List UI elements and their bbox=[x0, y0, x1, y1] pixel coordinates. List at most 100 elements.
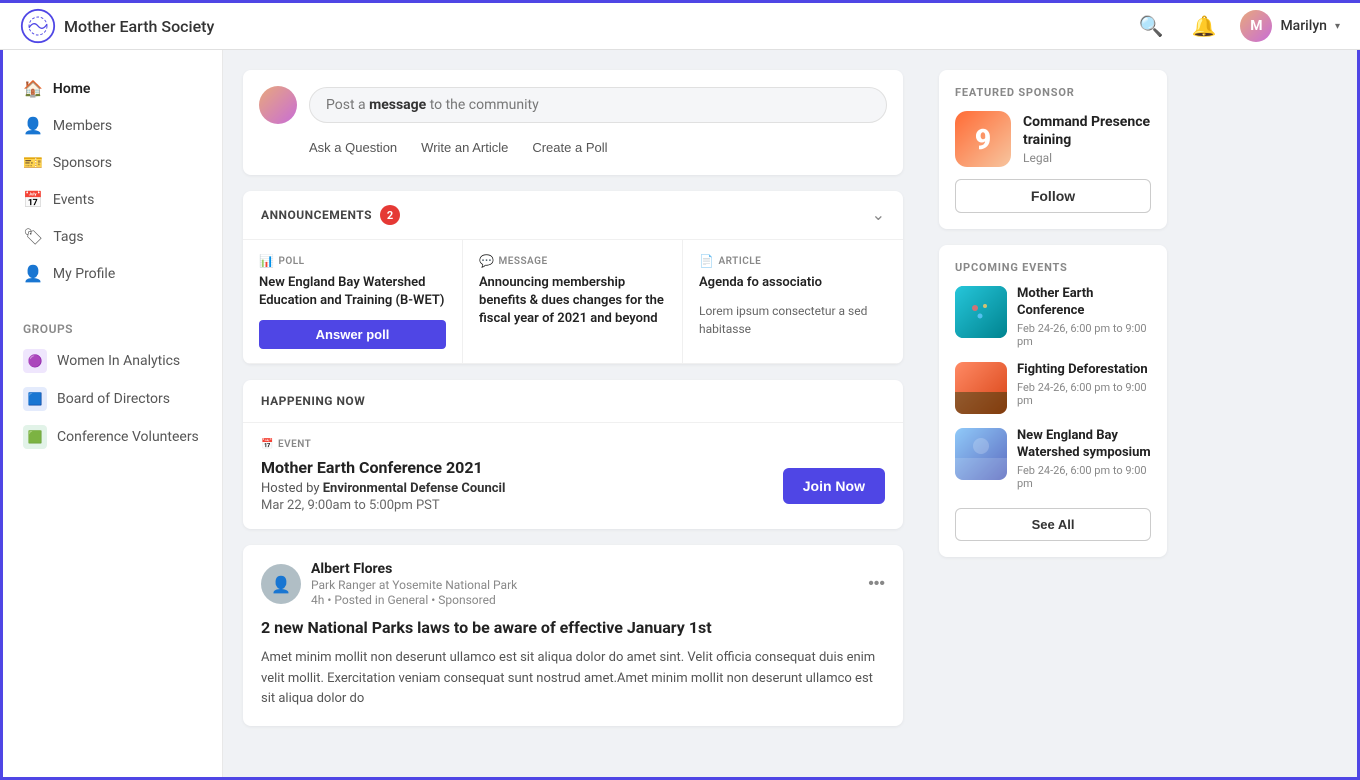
sponsor-tag: Legal bbox=[1023, 151, 1151, 165]
home-icon: 🏠 bbox=[23, 79, 43, 98]
follow-button[interactable]: Follow bbox=[955, 179, 1151, 213]
upcoming-event-img-2 bbox=[955, 428, 1007, 480]
announcement-item-1: 💬 MESSAGE Announcing membership benefits… bbox=[463, 240, 683, 364]
logo-icon bbox=[20, 8, 56, 44]
post-input-row: Post a message to the community bbox=[259, 86, 887, 124]
event-time: Mar 22, 9:00am to 5:00pm PST bbox=[261, 498, 505, 513]
event-host-name: Environmental Defense Council bbox=[323, 481, 506, 496]
featured-sponsor-card: FEATURED SPONSOR 9 Command Presence trai… bbox=[939, 70, 1167, 229]
sidebar-group-conf-volunteers[interactable]: 🟩 Conference Volunteers bbox=[3, 418, 222, 456]
see-all-button[interactable]: See All bbox=[955, 508, 1151, 541]
post-card: 👤 Albert Flores Park Ranger at Yosemite … bbox=[243, 545, 903, 726]
tags-icon: 🏷 bbox=[23, 227, 43, 246]
search-button[interactable]: 🔍 bbox=[1135, 10, 1168, 43]
write-article-button[interactable]: Write an Article bbox=[421, 136, 508, 159]
upcoming-event-info-2: New England Bay Watershed symposium Feb … bbox=[1017, 428, 1151, 490]
upcoming-events-card: UPCOMING EVENTS Mother Earth Conference … bbox=[939, 245, 1167, 557]
join-now-button[interactable]: Join Now bbox=[783, 468, 885, 504]
event-type-icon: 📅 bbox=[261, 439, 274, 450]
featured-sponsor-title: FEATURED SPONSOR bbox=[955, 86, 1151, 99]
upcoming-event-name-2: New England Bay Watershed symposium bbox=[1017, 428, 1151, 462]
sidebar-item-home[interactable]: 🏠 Home bbox=[3, 70, 222, 107]
ann-title-0: New England Bay Watershed Education and … bbox=[259, 274, 446, 310]
announcements-header: ANNOUNCEMENTS 2 ⌄ bbox=[243, 191, 903, 240]
groups-section-title: Groups bbox=[3, 312, 222, 342]
sponsors-icon: 🎫 bbox=[23, 153, 43, 172]
upcoming-event-info-1: Fighting Deforestation Feb 24-26, 6:00 p… bbox=[1017, 362, 1151, 414]
event-main-row: Mother Earth Conference 2021 Hosted by E… bbox=[261, 458, 885, 513]
post-author-details: Albert Flores Park Ranger at Yosemite Na… bbox=[311, 561, 517, 607]
sidebar-item-members[interactable]: 👤 Members bbox=[3, 107, 222, 144]
upcoming-event-name-1: Fighting Deforestation bbox=[1017, 362, 1151, 379]
members-icon: 👤 bbox=[23, 116, 43, 135]
sidebar-group-women-analytics[interactable]: 🟣 Women In Analytics bbox=[3, 342, 222, 380]
announcement-item-0: 📊 POLL New England Bay Watershed Educati… bbox=[243, 240, 463, 364]
article-icon: 📄 bbox=[699, 254, 714, 268]
upcoming-event-img-0 bbox=[955, 286, 1007, 338]
post-author-info: 👤 Albert Flores Park Ranger at Yosemite … bbox=[261, 561, 517, 607]
compose-avatar bbox=[259, 86, 297, 124]
post-author-meta: 4h • Posted in General • Sponsored bbox=[311, 593, 517, 607]
ann-title-1: Announcing membership benefits & dues ch… bbox=[479, 274, 666, 329]
sidebar-item-tags[interactable]: 🏷 Tags bbox=[3, 218, 222, 255]
ann-type-0: 📊 POLL bbox=[259, 254, 446, 268]
logo-area: Mother Earth Society bbox=[20, 8, 1135, 44]
post-input[interactable]: Post a message to the community bbox=[309, 87, 887, 123]
event-info: Mother Earth Conference 2021 Hosted by E… bbox=[261, 458, 505, 513]
group-avatar-women-analytics: 🟣 bbox=[23, 349, 47, 373]
sidebar-item-label-my-profile: My Profile bbox=[53, 266, 115, 282]
sidebar-item-label-tags: Tags bbox=[53, 229, 83, 245]
event-title: Mother Earth Conference 2021 bbox=[261, 458, 505, 477]
user-name: Marilyn bbox=[1280, 18, 1327, 34]
message-icon: 💬 bbox=[479, 254, 494, 268]
main-feed: Post a message to the community Ask a Qu… bbox=[223, 50, 923, 777]
announcements-grid: 📊 POLL New England Bay Watershed Educati… bbox=[243, 240, 903, 364]
sidebar-item-label-home: Home bbox=[53, 81, 91, 97]
upcoming-event-date-2: Feb 24-26, 6:00 pm to 9:00 pm bbox=[1017, 464, 1151, 490]
ann-type-label-0: POLL bbox=[278, 256, 304, 267]
event-host: Hosted by Environmental Defense Council bbox=[261, 481, 505, 496]
sidebar: 🏠 Home 👤 Members 🎫 Sponsors 📅 Events 🏷 T… bbox=[3, 50, 223, 777]
group-avatar-conf-volunteers: 🟩 bbox=[23, 425, 47, 449]
upcoming-event-date-1: Feb 24-26, 6:00 pm to 9:00 pm bbox=[1017, 381, 1151, 407]
answer-poll-button[interactable]: Answer poll bbox=[259, 320, 446, 349]
ann-title-2: Agenda fo associatio bbox=[699, 274, 887, 292]
post-body: Amet minim mollit non deserunt ullamco e… bbox=[261, 648, 885, 710]
avatar: M bbox=[1240, 10, 1272, 42]
sponsor-info: Command Presence training Legal bbox=[1023, 113, 1151, 165]
announcements-title-row: ANNOUNCEMENTS 2 bbox=[261, 205, 400, 225]
nav-icons: 🔍 🔔 M Marilyn ▾ bbox=[1135, 10, 1340, 43]
top-nav: Mother Earth Society 🔍 🔔 M Marilyn ▾ bbox=[0, 0, 1360, 50]
post-actions-row: Ask a Question Write an Article Create a… bbox=[259, 136, 887, 159]
ann-type-2: 📄 ARTICLE bbox=[699, 254, 887, 268]
group-label-conf-volunteers: Conference Volunteers bbox=[57, 429, 199, 445]
poll-icon: 📊 bbox=[259, 254, 274, 268]
happening-now-card: HAPPENING NOW 📅 EVENT Mother Earth Confe… bbox=[243, 380, 903, 529]
post-more-button[interactable]: ••• bbox=[868, 575, 885, 593]
post-compose-box: Post a message to the community Ask a Qu… bbox=[243, 70, 903, 175]
ask-question-button[interactable]: Ask a Question bbox=[309, 136, 397, 159]
upcoming-event-name-0: Mother Earth Conference bbox=[1017, 286, 1151, 320]
sidebar-item-events[interactable]: 📅 Events bbox=[3, 181, 222, 218]
user-menu[interactable]: M Marilyn ▾ bbox=[1240, 10, 1340, 42]
sidebar-item-sponsors[interactable]: 🎫 Sponsors bbox=[3, 144, 222, 181]
group-label-women-analytics: Women In Analytics bbox=[57, 353, 180, 369]
happening-now-event: 📅 EVENT Mother Earth Conference 2021 Hos… bbox=[243, 423, 903, 529]
event-type-label: 📅 EVENT bbox=[261, 439, 885, 450]
post-author-row: 👤 Albert Flores Park Ranger at Yosemite … bbox=[261, 561, 885, 607]
create-poll-button[interactable]: Create a Poll bbox=[532, 136, 607, 159]
sidebar-item-label-sponsors: Sponsors bbox=[53, 155, 112, 171]
sponsor-name: Command Presence training bbox=[1023, 113, 1151, 149]
announcements-badge: 2 bbox=[380, 205, 400, 225]
announcements-collapse-button[interactable]: ⌄ bbox=[872, 205, 885, 225]
happening-now-title: HAPPENING NOW bbox=[261, 394, 365, 408]
announcement-item-2: 📄 ARTICLE Agenda fo associatio Lorem ips… bbox=[683, 240, 903, 364]
happening-now-header: HAPPENING NOW bbox=[243, 380, 903, 423]
sponsor-logo: 9 bbox=[955, 111, 1011, 167]
chevron-down-icon: ▾ bbox=[1335, 21, 1340, 32]
sidebar-group-board-directors[interactable]: 🟦 Board of Directors bbox=[3, 380, 222, 418]
notifications-button[interactable]: 🔔 bbox=[1188, 10, 1221, 43]
sidebar-item-my-profile[interactable]: 👤 My Profile bbox=[3, 255, 222, 292]
ann-body-2: Lorem ipsum consectetur a sed habitasse bbox=[699, 302, 887, 338]
ann-type-1: 💬 MESSAGE bbox=[479, 254, 666, 268]
